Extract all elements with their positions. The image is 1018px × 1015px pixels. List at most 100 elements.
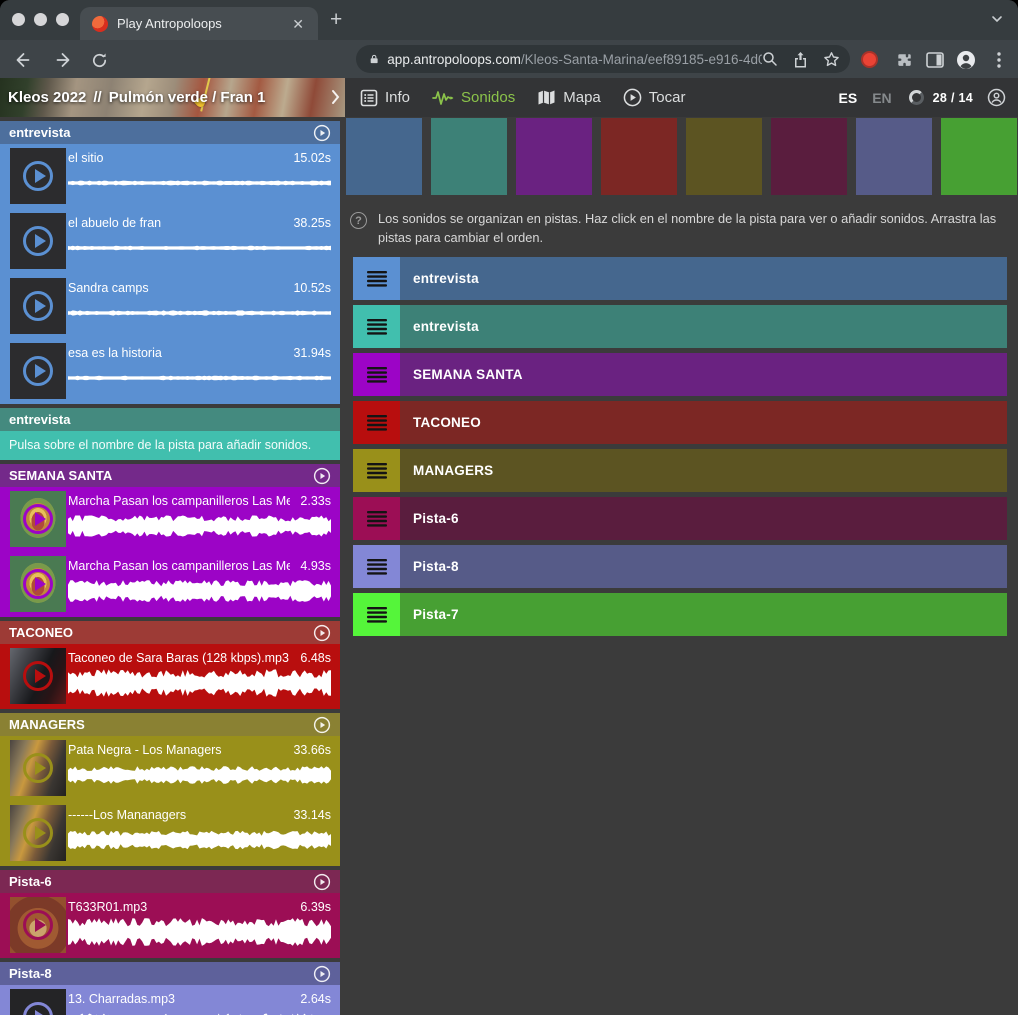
clip-duration: 2.33s	[300, 494, 331, 508]
drag-handle-icon[interactable]	[353, 257, 400, 300]
play-clip-icon[interactable]	[23, 1002, 53, 1015]
drag-handle-icon[interactable]	[353, 593, 400, 636]
waveform	[68, 509, 331, 543]
account-icon[interactable]	[987, 88, 1006, 107]
track-row[interactable]: Pista-6	[353, 497, 1007, 540]
lang-es-button[interactable]: ES	[839, 90, 858, 106]
play-clip-icon[interactable]	[23, 569, 53, 599]
clip-name: esa es la historia	[68, 346, 283, 360]
audio-clip[interactable]: Marcha Pasan los campanilleros Las Mejor…	[0, 552, 340, 617]
track-row[interactable]: entrevista	[353, 257, 1007, 300]
tab-info[interactable]: Info	[360, 89, 410, 107]
track-row[interactable]: SEMANA SANTA	[353, 353, 1007, 396]
sidebar-track-header[interactable]: Pista-8	[0, 962, 340, 985]
clip-body: T633R01.mp36.39s	[68, 893, 331, 958]
play-triangle-icon	[35, 364, 46, 378]
play-track-icon[interactable]	[313, 624, 331, 642]
browser-menu-dots-icon[interactable]	[988, 49, 1010, 71]
zoom-lens-icon[interactable]	[762, 51, 778, 67]
banner-next-chevron-icon[interactable]	[331, 89, 340, 110]
drag-handle-icon[interactable]	[353, 401, 400, 444]
drag-handle-icon[interactable]	[353, 449, 400, 492]
clip-thumbnail[interactable]	[10, 491, 66, 547]
clip-thumbnail[interactable]	[10, 343, 66, 399]
tab-sonidos[interactable]: Sonidos	[432, 89, 515, 106]
tab-mapa[interactable]: Mapa	[537, 89, 601, 106]
play-clip-icon[interactable]	[23, 161, 53, 191]
drag-handle-icon[interactable]	[353, 305, 400, 348]
help-question-icon[interactable]: ?	[350, 212, 367, 229]
sidebar-track-header[interactable]: MANAGERS	[0, 713, 340, 736]
sidebar-track-name: SEMANA SANTA	[9, 468, 313, 483]
drag-handle-icon[interactable]	[353, 545, 400, 588]
track-row[interactable]: TACONEO	[353, 401, 1007, 444]
forward-button[interactable]	[50, 49, 72, 71]
drag-handle-icon[interactable]	[353, 353, 400, 396]
waveform	[68, 823, 331, 857]
clip-thumbnail[interactable]	[10, 648, 66, 704]
play-clip-icon[interactable]	[23, 661, 53, 691]
track-row[interactable]: Pista-8	[353, 545, 1007, 588]
play-clip-icon[interactable]	[23, 291, 53, 321]
bookmark-star-icon[interactable]	[823, 51, 840, 68]
lock-icon	[370, 52, 378, 66]
play-clip-icon[interactable]	[23, 818, 53, 848]
play-track-icon[interactable]	[313, 124, 331, 142]
reload-button[interactable]	[88, 49, 110, 71]
fullscreen-window-button[interactable]	[56, 13, 69, 26]
profile-avatar[interactable]	[955, 49, 977, 71]
clip-thumbnail[interactable]	[10, 278, 66, 334]
play-clip-icon[interactable]	[23, 753, 53, 783]
play-clip-icon[interactable]	[23, 356, 53, 386]
share-icon[interactable]	[793, 51, 808, 68]
clip-thumbnail[interactable]	[10, 740, 66, 796]
play-track-icon[interactable]	[313, 467, 331, 485]
track-row[interactable]: entrevista	[353, 305, 1007, 348]
tab-tocar[interactable]: Tocar	[623, 88, 686, 107]
back-button[interactable]	[12, 49, 34, 71]
minimize-window-button[interactable]	[34, 13, 47, 26]
sidebar-track-header[interactable]: TACONEO	[0, 621, 340, 644]
play-clip-icon[interactable]	[23, 226, 53, 256]
audio-clip[interactable]: el abuelo de fran38.25s	[0, 209, 340, 274]
track-row[interactable]: Pista-7	[353, 593, 1007, 636]
play-track-icon[interactable]	[313, 965, 331, 983]
sidebar-track-header[interactable]: Pista-6	[0, 870, 340, 893]
split-view-icon[interactable]	[924, 49, 946, 71]
audio-clip[interactable]: esa es la historia31.94s	[0, 339, 340, 404]
browser-tab[interactable]: Play Antropoloops ✕	[80, 7, 318, 40]
play-track-icon[interactable]	[313, 873, 331, 891]
address-bar[interactable]: app.antropoloops.com/Kleos-Santa-Marina/…	[356, 45, 850, 73]
audio-clip[interactable]: ------Los Mananagers33.14s	[0, 801, 340, 866]
clip-thumbnail[interactable]	[10, 805, 66, 861]
audio-clip[interactable]: T633R01.mp36.39s	[0, 893, 340, 958]
play-clip-icon[interactable]	[23, 910, 53, 940]
close-window-button[interactable]	[12, 13, 25, 26]
recording-indicator-icon[interactable]	[861, 51, 878, 68]
play-track-icon[interactable]	[313, 716, 331, 734]
tab-close-icon[interactable]: ✕	[288, 15, 308, 33]
extensions-puzzle-icon[interactable]	[893, 49, 915, 71]
audio-clip[interactable]: Taconeo de Sara Baras (128 kbps).mp36.48…	[0, 644, 340, 709]
audio-clip[interactable]: Marcha Pasan los campanilleros Las Mejor…	[0, 487, 340, 552]
drag-handle-icon[interactable]	[353, 497, 400, 540]
new-tab-button[interactable]: +	[330, 8, 342, 32]
sidebar-track-header[interactable]: SEMANA SANTA	[0, 464, 340, 487]
clip-thumbnail[interactable]	[10, 989, 66, 1015]
track-row[interactable]: MANAGERS	[353, 449, 1007, 492]
clip-duration: 33.66s	[293, 743, 331, 757]
play-clip-icon[interactable]	[23, 504, 53, 534]
audio-clip[interactable]: Pata Negra - Los Managers33.66s	[0, 736, 340, 801]
tab-search-chevron-icon[interactable]	[990, 12, 1004, 31]
clip-thumbnail[interactable]	[10, 556, 66, 612]
lang-en-button[interactable]: EN	[872, 90, 891, 106]
clip-thumbnail[interactable]	[10, 213, 66, 269]
audio-clip[interactable]: 13. Charradas.mp32.64s	[0, 985, 340, 1015]
audio-clip[interactable]: Sandra camps10.52s	[0, 274, 340, 339]
sidebar-track-header[interactable]: entrevista	[0, 121, 340, 144]
clip-thumbnail[interactable]	[10, 148, 66, 204]
clip-thumbnail[interactable]	[10, 897, 66, 953]
play-triangle-icon	[35, 761, 46, 775]
sidebar-track-header[interactable]: entrevista	[0, 408, 340, 431]
audio-clip[interactable]: el sitio15.02s	[0, 144, 340, 209]
